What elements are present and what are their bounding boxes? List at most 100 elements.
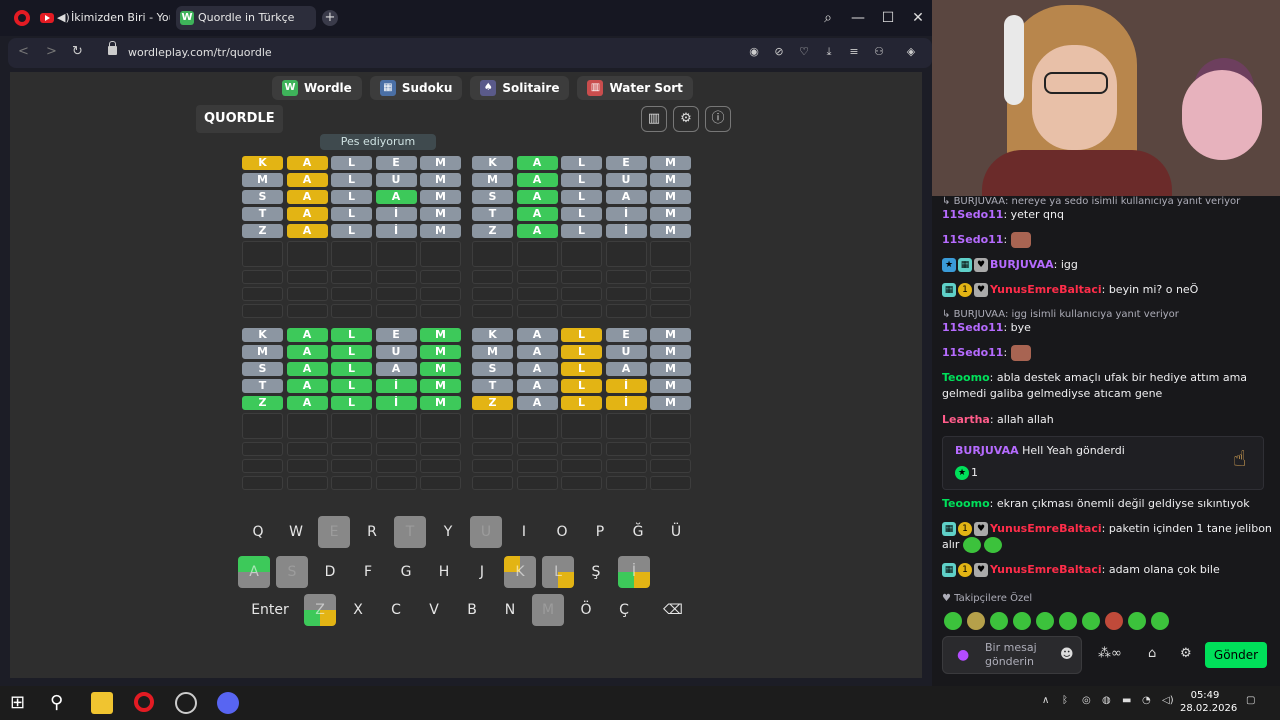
- key-a[interactable]: A: [238, 556, 270, 588]
- key-x[interactable]: X: [342, 594, 374, 626]
- clock[interactable]: 05:49 28.02.2026: [1180, 689, 1237, 715]
- forward-icon[interactable]: >: [46, 44, 57, 59]
- nav-water-sort[interactable]: ▥ Water Sort: [577, 76, 693, 100]
- obs-icon[interactable]: [175, 692, 197, 714]
- emote-icon[interactable]: [1059, 612, 1077, 630]
- store-icon[interactable]: ⌂: [1148, 646, 1156, 661]
- key-backspace[interactable]: ⌫: [646, 594, 700, 626]
- emote-icon[interactable]: [1013, 612, 1031, 630]
- search-icon[interactable]: ⚲: [50, 692, 72, 714]
- bits-icon[interactable]: ⁂∞: [1098, 646, 1122, 661]
- gift-username[interactable]: BURJUVAA: [955, 444, 1019, 457]
- microphone-icon[interactable]: ●: [957, 647, 969, 663]
- key-l[interactable]: L: [542, 556, 574, 588]
- nav-solitaire[interactable]: ♠ Solitaire: [470, 76, 570, 100]
- windows-start-icon[interactable]: ⊞: [10, 692, 32, 714]
- menu-icon[interactable]: ≡: [846, 44, 862, 60]
- key-d[interactable]: D: [314, 556, 346, 588]
- give-up-button[interactable]: Pes ediyorum: [320, 134, 436, 150]
- nav-sudoku[interactable]: ▦ Sudoku: [369, 76, 463, 100]
- key-ü[interactable]: Ü: [660, 516, 692, 548]
- url-text[interactable]: wordleplay.com/tr/quordle: [128, 46, 272, 59]
- profile-icon[interactable]: ⚇: [871, 44, 887, 60]
- key-c[interactable]: C: [380, 594, 412, 626]
- key-v[interactable]: V: [418, 594, 450, 626]
- tray-app-icon[interactable]: ◍: [1102, 695, 1111, 706]
- battery-icon[interactable]: ▬: [1122, 695, 1131, 706]
- emote-icon[interactable]: [1036, 612, 1054, 630]
- chat-username[interactable]: 11Sedo11: [942, 208, 1003, 221]
- key-o[interactable]: O: [546, 516, 578, 548]
- nav-wordle[interactable]: W Wordle: [272, 76, 362, 100]
- opera-icon[interactable]: [134, 692, 154, 712]
- key-j[interactable]: J: [466, 556, 498, 588]
- key-u[interactable]: U: [470, 516, 502, 548]
- speaker-icon[interactable]: ◀): [57, 6, 70, 30]
- back-icon[interactable]: <: [18, 44, 29, 59]
- key-h[interactable]: H: [428, 556, 460, 588]
- gear-icon[interactable]: ⚙: [1180, 646, 1192, 661]
- emote-icon[interactable]: [1128, 612, 1146, 630]
- address-bar[interactable]: < > ↻ wordleplay.com/tr/quordle ◉ ⊘ ♡ ⤓ …: [8, 38, 932, 68]
- download-icon[interactable]: ⤓: [821, 44, 837, 60]
- send-button[interactable]: Gönder: [1205, 642, 1267, 668]
- bluetooth-icon[interactable]: ᛒ: [1062, 695, 1068, 706]
- chat-username[interactable]: 11Sedo11: [942, 233, 1003, 246]
- key-m[interactable]: M: [532, 594, 564, 626]
- key-z[interactable]: Z: [304, 594, 336, 626]
- chat-username[interactable]: BURJUVAA: [990, 258, 1054, 271]
- chat-username[interactable]: 11Sedo11: [942, 321, 1003, 334]
- opera-logo-icon[interactable]: [14, 10, 30, 26]
- key-ğ[interactable]: Ğ: [622, 516, 654, 548]
- key-ö[interactable]: Ö: [570, 594, 602, 626]
- chat-username[interactable]: YunusEmreBaltaci: [990, 563, 1102, 576]
- emote-icon[interactable]: [1151, 612, 1169, 630]
- emote-icon[interactable]: [944, 612, 962, 630]
- volume-icon[interactable]: ◁): [1162, 695, 1174, 706]
- emote-icon[interactable]: [990, 612, 1008, 630]
- notification-icon[interactable]: ▢: [1246, 695, 1255, 706]
- emote-icon[interactable]: [967, 612, 985, 630]
- info-icon[interactable]: ⓘ: [705, 106, 731, 132]
- stats-icon[interactable]: ▥: [641, 106, 667, 132]
- chat-username[interactable]: YunusEmreBaltaci: [990, 522, 1102, 535]
- key-s[interactable]: S: [276, 556, 308, 588]
- minimize-button[interactable]: —: [848, 8, 868, 28]
- chat-username[interactable]: Leartha: [942, 413, 990, 426]
- key-g[interactable]: G: [390, 556, 422, 588]
- key-enter[interactable]: Enter: [242, 594, 298, 626]
- tray-chevron-icon[interactable]: ∧: [1042, 695, 1049, 706]
- close-button[interactable]: ✕: [908, 8, 928, 28]
- extension-icon[interactable]: ◈: [903, 44, 919, 60]
- chat-username[interactable]: Teoomo: [942, 497, 990, 510]
- gear-icon[interactable]: ⚙: [673, 106, 699, 132]
- chat-username[interactable]: YunusEmreBaltaci: [990, 283, 1102, 296]
- key-q[interactable]: Q: [242, 516, 274, 548]
- key-ç[interactable]: Ç: [608, 594, 640, 626]
- key-b[interactable]: B: [456, 594, 488, 626]
- key-r[interactable]: R: [356, 516, 388, 548]
- key-e[interactable]: E: [318, 516, 350, 548]
- file-explorer-icon[interactable]: [91, 692, 113, 714]
- camera-icon[interactable]: ◉: [746, 44, 762, 60]
- wifi-icon[interactable]: ◔: [1142, 695, 1151, 706]
- new-tab-button[interactable]: +: [322, 10, 338, 26]
- key-i̇[interactable]: İ: [618, 556, 650, 588]
- chat-username[interactable]: 11Sedo11: [942, 346, 1003, 359]
- key-k[interactable]: K: [504, 556, 536, 588]
- adblock-icon[interactable]: ⊘: [771, 44, 787, 60]
- search-icon[interactable]: ⌕: [818, 8, 838, 28]
- maximize-button[interactable]: ☐: [878, 8, 898, 28]
- key-i[interactable]: I: [508, 516, 540, 548]
- key-t[interactable]: T: [394, 516, 426, 548]
- emote-icon[interactable]: [1082, 612, 1100, 630]
- discord-icon[interactable]: [217, 692, 239, 714]
- key-ş[interactable]: Ş: [580, 556, 612, 588]
- key-w[interactable]: W: [280, 516, 312, 548]
- tab-youtube[interactable]: ◀)İkimizden Biri - YouTube: [36, 6, 170, 30]
- key-f[interactable]: F: [352, 556, 384, 588]
- emoji-icon[interactable]: ☻: [1060, 647, 1074, 662]
- reload-icon[interactable]: ↻: [72, 44, 83, 59]
- emote-icon[interactable]: [1105, 612, 1123, 630]
- chat-username[interactable]: Teoomo: [942, 371, 990, 384]
